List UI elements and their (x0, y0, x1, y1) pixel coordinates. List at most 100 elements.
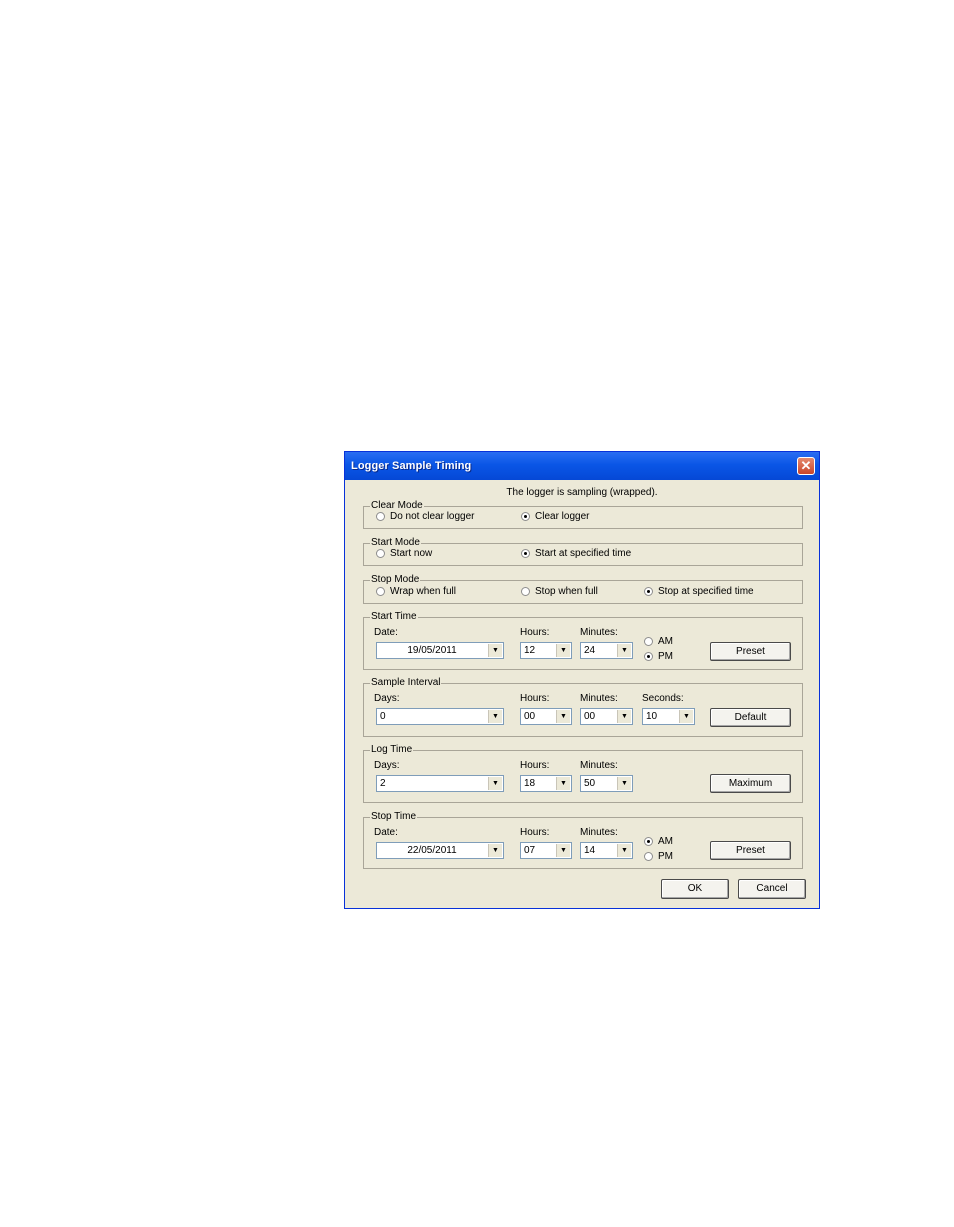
combo-value: 0 (380, 711, 386, 722)
radio-label: AM (658, 836, 673, 847)
start-time-group: Start Time Date: 19/05/2011 ▼ Hours: 12 … (363, 611, 803, 670)
sample-interval-group: Sample Interval Days: 0 ▼ Hours: 00 ▼ Mi… (363, 677, 803, 737)
start-hours-select[interactable]: 12 ▼ (520, 642, 572, 659)
minutes-label: Minutes: (580, 627, 618, 638)
combo-value: 18 (524, 778, 536, 789)
days-label: Days: (374, 760, 400, 771)
dropdown-arrow-icon[interactable]: ▼ (488, 644, 502, 657)
stop-date-picker[interactable]: 22/05/2011 ▼ (376, 842, 504, 859)
log-hours-select[interactable]: 18 ▼ (520, 775, 572, 792)
seconds-label: Seconds: (642, 693, 684, 704)
radio-indicator (644, 637, 653, 646)
radio-label: PM (658, 851, 673, 862)
combo-value: 2 (380, 778, 386, 789)
log-days-select[interactable]: 2 ▼ (376, 775, 504, 792)
close-icon: ✕ (800, 458, 812, 473)
radio-clear-logger[interactable]: Clear logger (521, 511, 589, 522)
radio-label: Do not clear logger (390, 511, 475, 522)
dropdown-arrow-icon[interactable]: ▼ (617, 710, 631, 723)
radio-wrap-when-full[interactable]: Wrap when full (376, 586, 456, 597)
minutes-label: Minutes: (580, 760, 618, 771)
dropdown-arrow-icon[interactable]: ▼ (617, 844, 631, 857)
radio-indicator (376, 587, 385, 596)
radio-start-at-specified-time[interactable]: Start at specified time (521, 548, 631, 559)
radio-indicator (644, 652, 653, 661)
radio-do-not-clear-logger[interactable]: Do not clear logger (376, 511, 475, 522)
combo-value: 07 (524, 845, 536, 856)
radio-indicator (521, 549, 530, 558)
log-time-group: Log Time Days: 2 ▼ Hours: 18 ▼ Minutes: … (363, 744, 803, 803)
start-preset-button[interactable]: Preset (710, 642, 791, 661)
combo-value: 24 (584, 645, 596, 656)
combo-value: 14 (584, 845, 596, 856)
combo-value: 10 (646, 711, 658, 722)
log-time-legend: Log Time (370, 744, 414, 756)
dropdown-arrow-icon[interactable]: ▼ (617, 777, 631, 790)
dropdown-arrow-icon[interactable]: ▼ (617, 644, 631, 657)
interval-days-select[interactable]: 0 ▼ (376, 708, 504, 725)
stop-time-group: Stop Time Date: 22/05/2011 ▼ Hours: 07 ▼… (363, 811, 803, 869)
interval-minutes-select[interactable]: 00 ▼ (580, 708, 633, 725)
radio-start-am[interactable]: AM (644, 636, 673, 647)
radio-stop-pm[interactable]: PM (644, 851, 673, 862)
interval-hours-select[interactable]: 00 ▼ (520, 708, 572, 725)
default-button[interactable]: Default (710, 708, 791, 727)
dropdown-arrow-icon[interactable]: ▼ (556, 644, 570, 657)
radio-label: Stop when full (535, 586, 598, 597)
dropdown-arrow-icon[interactable]: ▼ (488, 710, 502, 723)
stop-mode-legend: Stop Mode (370, 574, 421, 586)
radio-indicator (644, 852, 653, 861)
radio-label: Wrap when full (390, 586, 456, 597)
dropdown-arrow-icon[interactable]: ▼ (679, 710, 693, 723)
date-label: Date: (374, 627, 398, 638)
radio-label: Clear logger (535, 511, 590, 522)
start-date-picker[interactable]: 19/05/2011 ▼ (376, 642, 504, 659)
dropdown-arrow-icon[interactable]: ▼ (488, 844, 502, 857)
minutes-label: Minutes: (580, 693, 618, 704)
clear-mode-group: Clear Mode Do not clear logger Clear log… (363, 500, 803, 529)
radio-indicator (521, 512, 530, 521)
radio-indicator (376, 512, 385, 521)
dropdown-arrow-icon[interactable]: ▼ (556, 710, 570, 723)
window-title: Logger Sample Timing (351, 460, 472, 472)
radio-stop-am[interactable]: AM (644, 836, 673, 847)
status-text: The logger is sampling (wrapped). (506, 487, 658, 498)
radio-start-pm[interactable]: PM (644, 651, 673, 662)
radio-start-now[interactable]: Start now (376, 548, 432, 559)
dropdown-arrow-icon[interactable]: ▼ (488, 777, 502, 790)
start-time-legend: Start Time (370, 611, 418, 623)
cancel-button[interactable]: Cancel (738, 879, 806, 899)
stop-preset-button[interactable]: Preset (710, 841, 791, 860)
hours-label: Hours: (520, 827, 550, 838)
stop-minutes-select[interactable]: 14 ▼ (580, 842, 633, 859)
stop-mode-group: Stop Mode Wrap when full Stop when full … (363, 574, 803, 604)
combo-value: 22/05/2011 (407, 845, 457, 856)
title-bar[interactable]: Logger Sample Timing ✕ (345, 452, 819, 480)
radio-label: AM (658, 636, 673, 647)
log-minutes-select[interactable]: 50 ▼ (580, 775, 633, 792)
radio-indicator (644, 837, 653, 846)
stop-time-legend: Stop Time (370, 811, 418, 823)
radio-indicator (376, 549, 385, 558)
dropdown-arrow-icon[interactable]: ▼ (556, 844, 570, 857)
radio-stop-when-full[interactable]: Stop when full (521, 586, 598, 597)
minutes-label: Minutes: (580, 827, 618, 838)
radio-label: PM (658, 651, 673, 662)
start-minutes-select[interactable]: 24 ▼ (580, 642, 633, 659)
combo-value: 12 (524, 645, 536, 656)
combo-value: 50 (584, 778, 596, 789)
radio-stop-at-specified-time[interactable]: Stop at specified time (644, 586, 754, 597)
combo-value: 19/05/2011 (407, 645, 457, 656)
hours-label: Hours: (520, 627, 550, 638)
maximum-button[interactable]: Maximum (710, 774, 791, 793)
radio-indicator (644, 587, 653, 596)
ok-button[interactable]: OK (661, 879, 729, 899)
interval-seconds-select[interactable]: 10 ▼ (642, 708, 695, 725)
start-mode-group: Start Mode Start now Start at specified … (363, 537, 803, 566)
combo-value: 00 (524, 711, 536, 722)
hours-label: Hours: (520, 760, 550, 771)
radio-label: Start now (390, 548, 433, 559)
dropdown-arrow-icon[interactable]: ▼ (556, 777, 570, 790)
close-button[interactable]: ✕ (797, 457, 815, 475)
stop-hours-select[interactable]: 07 ▼ (520, 842, 572, 859)
